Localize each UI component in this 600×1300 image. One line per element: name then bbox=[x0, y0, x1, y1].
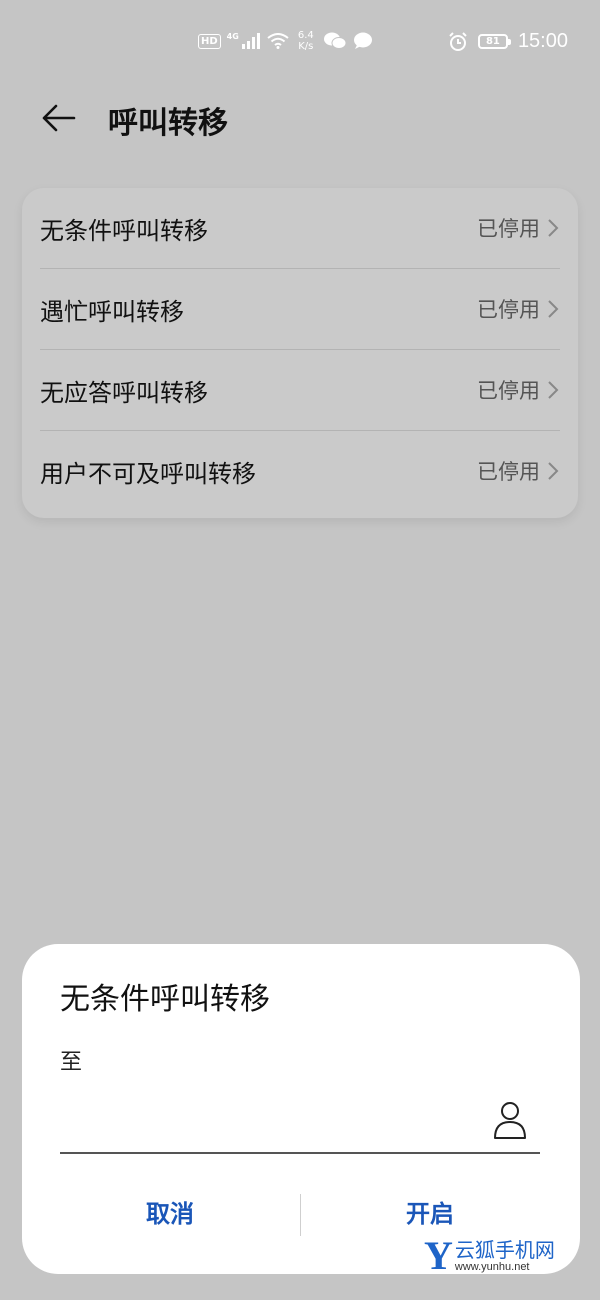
chevron-right-icon bbox=[548, 219, 559, 237]
chevron-right-icon bbox=[548, 381, 559, 399]
item-label: 无条件呼叫转移 bbox=[40, 216, 208, 245]
status-bar: HD 4G 6.4 K/s 81 15:00 bbox=[0, 28, 600, 62]
wifi-icon bbox=[267, 33, 289, 49]
enable-button[interactable]: 开启 bbox=[310, 1192, 550, 1236]
item-label: 用户不可及呼叫转移 bbox=[40, 459, 256, 488]
wechat-icon bbox=[323, 32, 347, 49]
input-underline bbox=[60, 1152, 540, 1154]
button-divider bbox=[300, 1194, 301, 1236]
watermark-text: 云狐手机网 www.yunhu.net bbox=[455, 1239, 555, 1273]
list-item[interactable]: 遇忙呼叫转移 已停用 bbox=[40, 268, 560, 349]
clock: 15:00 bbox=[517, 30, 568, 52]
item-label: 遇忙呼叫转移 bbox=[40, 297, 184, 326]
item-label: 无应答呼叫转移 bbox=[40, 378, 208, 407]
dialog-title: 无条件呼叫转移 bbox=[60, 982, 270, 1017]
speed-unit: K/s bbox=[298, 41, 314, 52]
watermark-url: www.yunhu.net bbox=[454, 1261, 530, 1273]
forwarding-dialog: 无条件呼叫转移 至 取消 开启 bbox=[22, 944, 580, 1274]
message-icon bbox=[353, 32, 372, 49]
hd-badge: HD bbox=[198, 33, 221, 49]
watermark: Y 云狐手机网 www.yunhu.net bbox=[424, 1236, 555, 1276]
alarm-icon bbox=[449, 31, 467, 51]
item-status: 已停用 bbox=[477, 460, 540, 484]
cancel-button[interactable]: 取消 bbox=[50, 1192, 290, 1236]
chevron-right-icon bbox=[548, 462, 559, 480]
list-item[interactable]: 用户不可及呼叫转移 已停用 bbox=[40, 430, 560, 511]
chevron-right-icon bbox=[548, 300, 559, 318]
watermark-name: 云狐手机网 bbox=[454, 1238, 555, 1262]
battery-level: 81 bbox=[485, 36, 500, 47]
status-bar-left: HD 4G 6.4 K/s bbox=[198, 30, 373, 52]
battery-icon: 81 bbox=[477, 34, 511, 49]
item-status: 已停用 bbox=[477, 298, 540, 322]
forward-number-input[interactable] bbox=[60, 1092, 494, 1150]
network-speed: 6.4 K/s bbox=[295, 30, 317, 52]
status-bar-right: 81 15:00 bbox=[448, 30, 568, 53]
speed-value: 6.4 bbox=[297, 30, 314, 41]
list-item[interactable]: 无应答呼叫转移 已停用 bbox=[40, 349, 560, 430]
list-item[interactable]: 无条件呼叫转移 已停用 bbox=[40, 188, 560, 268]
network-type: 4G bbox=[226, 31, 239, 41]
item-status: 已停用 bbox=[477, 217, 540, 241]
app-header: 呼叫转移 bbox=[0, 88, 600, 148]
page-title: 呼叫转移 bbox=[108, 106, 228, 141]
back-arrow-icon[interactable] bbox=[38, 98, 78, 138]
watermark-logo: Y bbox=[424, 1233, 453, 1278]
signal-icon bbox=[241, 33, 260, 49]
call-forwarding-list: 无条件呼叫转移 已停用 遇忙呼叫转移 已停用 无应答呼叫转移 已停用 用户不可及… bbox=[22, 188, 578, 518]
contact-picker-icon[interactable] bbox=[492, 1100, 528, 1140]
to-label: 至 bbox=[60, 1050, 83, 1075]
item-status: 已停用 bbox=[477, 379, 540, 403]
